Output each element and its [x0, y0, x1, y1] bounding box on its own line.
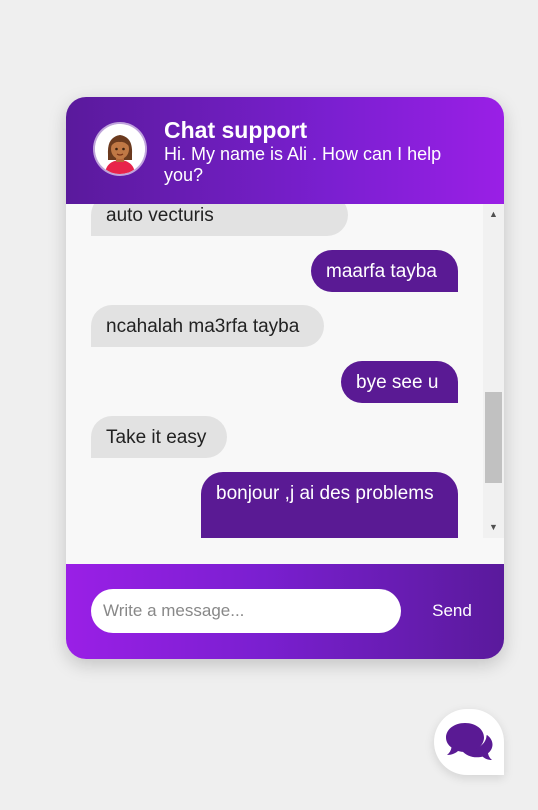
message-sent: maarfa tayba — [311, 250, 458, 292]
message-sent: bonjour ,j ai des problems — [201, 472, 458, 538]
message-received: ncahalah ma3rfa tayba — [91, 305, 324, 347]
chat-bubbles-icon — [446, 723, 493, 760]
message-received: auto vecturis — [91, 204, 348, 236]
message-scrollbar[interactable]: ▲ ▼ — [483, 204, 504, 538]
message-sent: bye see u — [341, 361, 458, 403]
chat-header: Chat support Hi. My name is Ali . How ca… — [66, 97, 504, 204]
chat-launcher-button[interactable] — [434, 709, 504, 775]
agent-avatar-icon — [95, 124, 145, 174]
message-received: Take it easy — [91, 416, 227, 458]
chat-subtitle: Hi. My name is Ali . How can I help you? — [164, 144, 442, 185]
scroll-up-arrow-icon[interactable]: ▲ — [483, 206, 504, 223]
chat-title: Chat support — [164, 117, 308, 143]
message-input[interactable] — [91, 589, 401, 633]
scroll-thumb[interactable] — [485, 392, 502, 483]
send-button[interactable]: Send — [418, 594, 486, 628]
chat-widget: Chat support Hi. My name is Ali . How ca… — [66, 97, 504, 659]
message-composer: Send — [66, 564, 504, 659]
message-list[interactable]: auto vecturis maarfa tayba ncahalah ma3r… — [66, 204, 483, 538]
scroll-down-arrow-icon[interactable]: ▼ — [483, 519, 504, 536]
